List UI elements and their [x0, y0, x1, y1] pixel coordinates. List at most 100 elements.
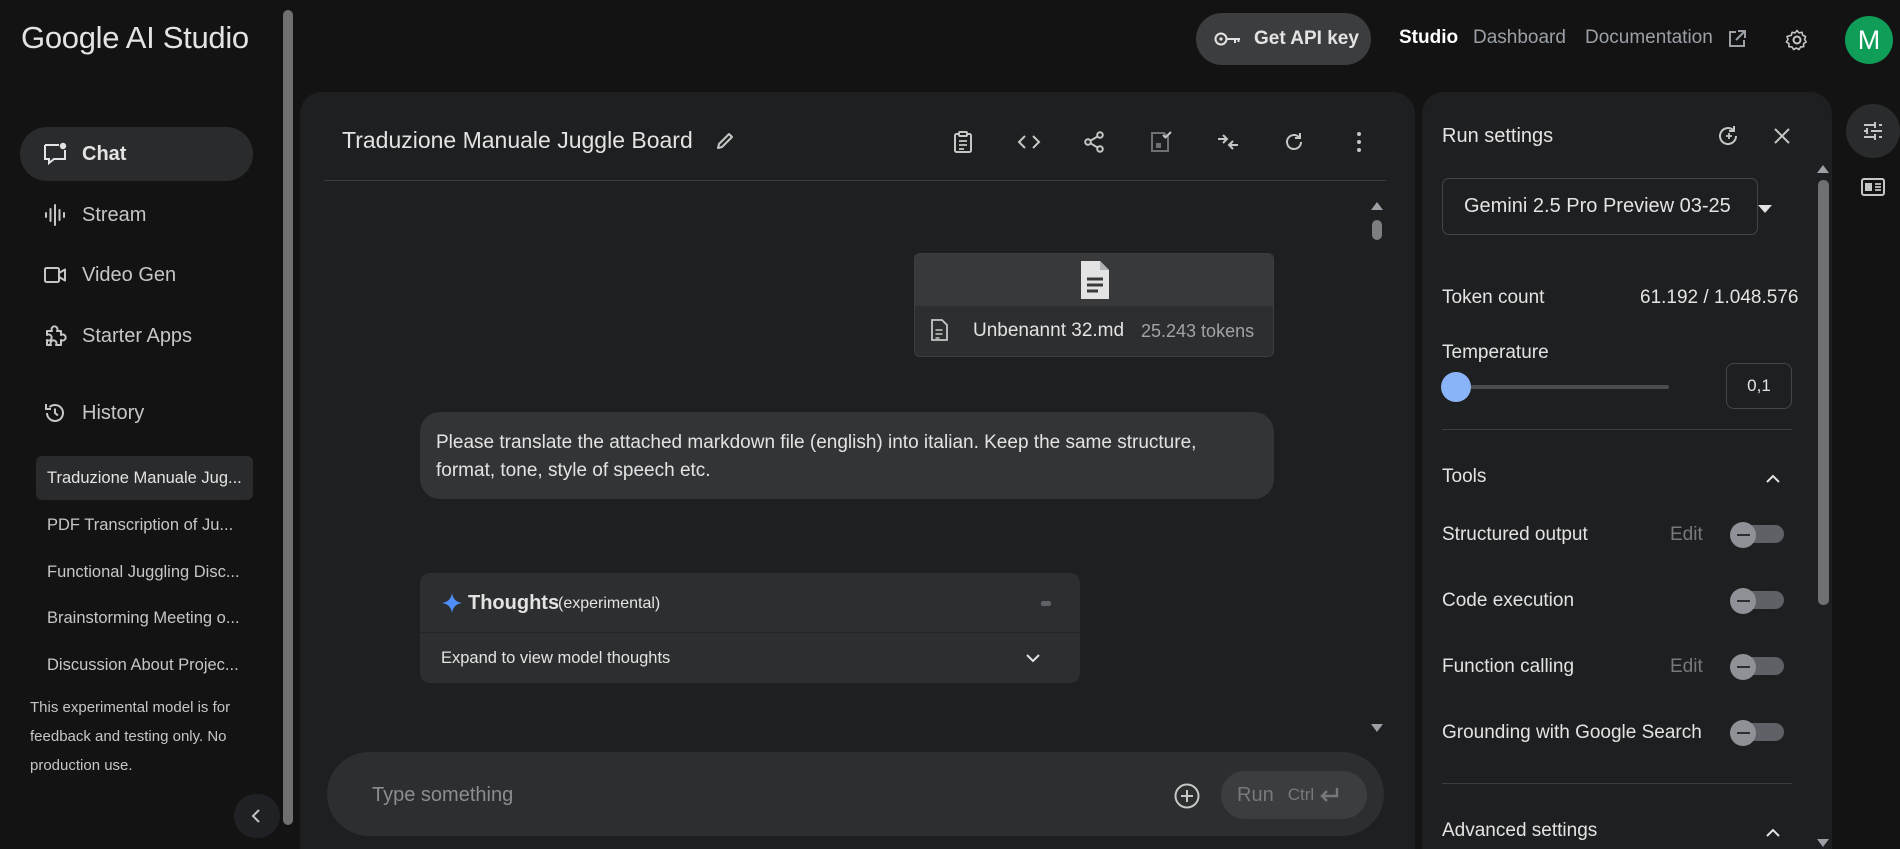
- grounding-label: Grounding with Google Search: [1442, 722, 1702, 743]
- file-token-count: 25.243 tokens: [1141, 321, 1255, 341]
- dropdown-arrow-icon: [1758, 205, 1772, 213]
- temperature-input[interactable]: 0,1: [1726, 363, 1792, 409]
- get-code-button[interactable]: [1012, 125, 1046, 159]
- advanced-collapse-button[interactable]: [1760, 820, 1786, 846]
- chevron-down-icon[interactable]: [1025, 652, 1041, 664]
- nav-chat-label: Chat: [82, 142, 127, 165]
- user-message: Please translate the attached markdown f…: [420, 412, 1274, 499]
- code-execution-label: Code execution: [1442, 590, 1575, 611]
- advanced-settings-label: Advanced settings: [1442, 820, 1598, 841]
- add-circle-icon: [1173, 782, 1201, 810]
- thoughts-panel[interactable]: Thoughts (experimental) Expand to view m…: [420, 573, 1080, 683]
- nav-chat[interactable]: Chat: [20, 127, 253, 181]
- structured-output-edit-link[interactable]: Edit: [1670, 524, 1703, 546]
- scroll-up-arrow-icon[interactable]: [1370, 201, 1384, 211]
- avatar[interactable]: M: [1845, 16, 1893, 64]
- nav-starter-apps[interactable]: Starter Apps: [20, 309, 253, 363]
- thoughts-title: Thoughts: [468, 592, 560, 614]
- sidebar-scrollbar[interactable]: [282, 0, 294, 849]
- history-icon: [42, 400, 68, 426]
- reset-settings-button[interactable]: [1711, 119, 1745, 153]
- save-button[interactable]: [1144, 125, 1178, 159]
- settings-divider: [1442, 783, 1792, 784]
- run-settings-title: Run settings: [1442, 125, 1554, 147]
- history-item[interactable]: Traduzione Manuale Jug...: [36, 456, 253, 500]
- function-calling-label: Function calling: [1442, 656, 1575, 677]
- more-options-button[interactable]: [1342, 125, 1376, 159]
- history-item[interactable]: Functional Juggling Disc...: [36, 550, 253, 594]
- get-api-key-button[interactable]: Get API key: [1196, 13, 1371, 65]
- close-settings-button[interactable]: [1765, 119, 1799, 153]
- nav-video-gen[interactable]: Video Gen: [20, 248, 253, 302]
- model-select[interactable]: Gemini 2.5 Pro Preview 03-25: [1442, 178, 1772, 235]
- dashboard-link[interactable]: Dashboard: [1473, 27, 1566, 49]
- history-item[interactable]: PDF Transcription of Ju...: [36, 503, 253, 547]
- experimental-note: This experimental model is for feedback …: [30, 699, 231, 774]
- chat-title: Traduzione Manuale Juggle Board: [342, 127, 693, 153]
- documentation-link[interactable]: Documentation: [1585, 27, 1713, 49]
- history-item[interactable]: Brainstorming Meeting o...: [36, 596, 253, 640]
- expand-thoughts-label[interactable]: Expand to view model thoughts: [441, 649, 670, 668]
- grounding-toggle[interactable]: [1730, 720, 1785, 746]
- compare-arrows-icon: [1215, 130, 1241, 154]
- function-calling-toggle[interactable]: [1730, 654, 1785, 680]
- left-sidebar: Google AI Studio Chat Stream Video Gen S…: [0, 0, 280, 849]
- token-count-value: 61.192 / 1.048.576: [1640, 287, 1799, 308]
- run-shortcut-label: Ctrl: [1287, 785, 1315, 804]
- waveform-icon: [42, 202, 68, 228]
- sidebar-scrollbar-thumb[interactable]: [283, 10, 293, 825]
- close-icon: [1773, 127, 1791, 145]
- history-item[interactable]: Discussion About Projec...: [36, 643, 253, 687]
- add-media-button[interactable]: [1171, 780, 1203, 812]
- nav-history[interactable]: History: [20, 386, 253, 440]
- code-execution-toggle[interactable]: [1730, 588, 1785, 614]
- documentation-label: Documentation: [1585, 27, 1713, 48]
- thoughts-header: Thoughts (experimental): [420, 573, 1080, 633]
- file-icon: [929, 318, 949, 342]
- tools-collapse-button[interactable]: [1760, 466, 1786, 492]
- edit-title-button[interactable]: [708, 124, 742, 158]
- reset-button[interactable]: [1277, 125, 1311, 159]
- collapse-sidebar-button[interactable]: [234, 794, 280, 838]
- get-api-key-label: Get API key: [1254, 28, 1359, 49]
- token-count-label: Token count: [1442, 287, 1545, 308]
- run-settings-toggle-button[interactable]: [1846, 104, 1900, 158]
- reset-settings-icon: [1716, 124, 1740, 148]
- settings-scrollbar-thumb[interactable]: [1818, 180, 1829, 605]
- file-attachment-card[interactable]: Unbenannt 32.md 25.243 tokens: [914, 253, 1274, 357]
- settings-scroll-down-icon[interactable]: [1816, 838, 1830, 848]
- settings-scroll-up-icon[interactable]: [1816, 164, 1830, 174]
- structured-output-toggle[interactable]: [1730, 522, 1785, 548]
- compare-button[interactable]: [1211, 125, 1245, 159]
- compare-mode-button[interactable]: [1858, 172, 1888, 202]
- temperature-label: Temperature: [1442, 342, 1549, 363]
- temperature-slider-track[interactable]: [1444, 385, 1669, 389]
- studio-link[interactable]: Studio: [1399, 27, 1458, 49]
- app-logo: Google AI Studio: [21, 20, 249, 55]
- video-icon: [42, 262, 68, 288]
- settings-divider: [1442, 429, 1792, 430]
- share-button[interactable]: [1077, 125, 1111, 159]
- chat-scrollbar-thumb[interactable]: [1372, 220, 1382, 240]
- temperature-slider-thumb[interactable]: [1441, 372, 1471, 402]
- view-prompt-button[interactable]: [946, 125, 980, 159]
- sparkle-icon: [442, 593, 462, 613]
- function-calling-edit-link[interactable]: Edit: [1670, 656, 1703, 678]
- scroll-down-arrow-icon[interactable]: [1370, 723, 1384, 733]
- clipboard-icon: [952, 130, 974, 154]
- prompt-input[interactable]: Type something: [372, 784, 513, 807]
- file-name: Unbenannt 32.md: [973, 320, 1125, 341]
- gear-icon: [1785, 28, 1809, 52]
- document-icon: [1077, 259, 1113, 301]
- nav-stream[interactable]: Stream: [20, 188, 253, 242]
- settings-button[interactable]: [1779, 22, 1815, 58]
- loading-indicator: [1041, 601, 1051, 606]
- more-vert-icon: [1356, 131, 1362, 153]
- dashboard-icon: [1860, 176, 1886, 198]
- run-label: Run: [1237, 783, 1274, 806]
- thoughts-subtitle: (experimental): [558, 595, 661, 612]
- external-link-icon: [1727, 29, 1747, 49]
- nav-history-label: History: [82, 401, 145, 424]
- chat-icon: [42, 141, 68, 167]
- run-button[interactable]: Run Ctrl: [1221, 771, 1367, 819]
